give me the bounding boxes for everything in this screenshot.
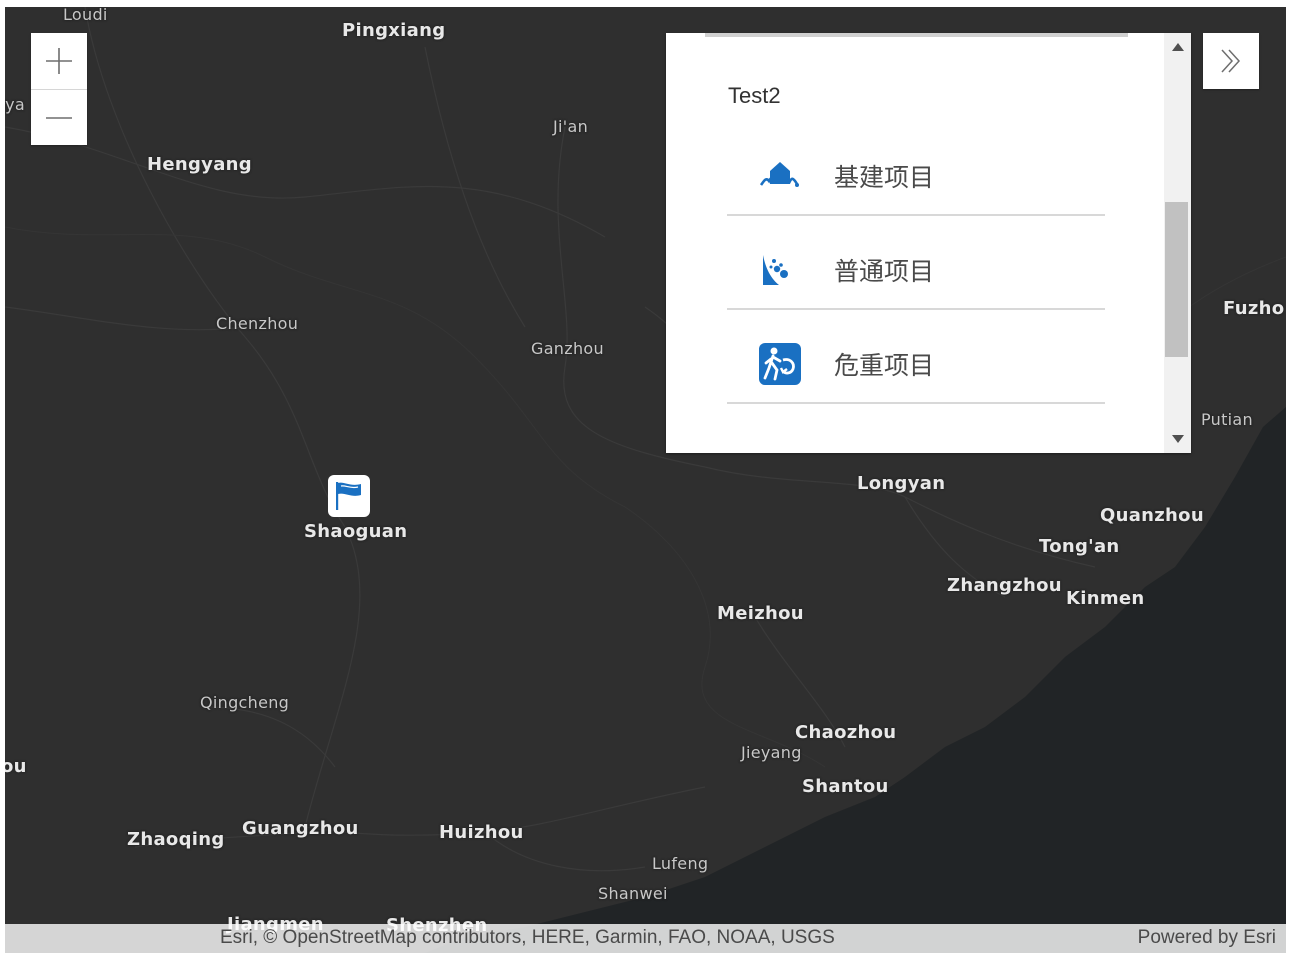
triangle-down-icon — [1171, 435, 1184, 443]
powered-by-link[interactable]: Powered by Esri — [1138, 927, 1276, 949]
legend-item-label: 普通项目 — [834, 257, 935, 286]
legend-item-label: 危重项目 — [834, 351, 935, 380]
legend-layer-title: Test2 — [728, 83, 781, 108]
place-label: Ganzhou — [531, 339, 604, 358]
legend-item[interactable]: 普通项目 — [727, 230, 1105, 310]
place-label: Kinmen — [1066, 588, 1145, 609]
panel-divider — [705, 33, 1128, 37]
attribution-text[interactable]: Esri, © OpenStreetMap contributors, HERE… — [220, 927, 835, 949]
place-label: Putian — [1201, 410, 1253, 429]
scroll-up-button[interactable] — [1164, 35, 1191, 59]
minus-icon — [46, 116, 72, 119]
place-label: Shantou — [802, 776, 889, 797]
double-chevron-right-icon — [1221, 49, 1241, 73]
place-label: Longyan — [857, 473, 946, 494]
legend-item-label: 基建项目 — [834, 163, 935, 192]
place-label: Huizhou — [439, 822, 524, 843]
place-label: Quanzhou — [1100, 505, 1204, 526]
map-attribution: Esri, © OpenStreetMap contributors, HERE… — [5, 924, 1286, 953]
place-label: Jieyang — [741, 743, 802, 762]
zoom-out-button[interactable] — [31, 89, 87, 145]
place-label: Tong'an — [1039, 536, 1120, 557]
place-label: Shaoguan — [304, 521, 408, 542]
place-label: Fuzho — [1223, 298, 1285, 319]
landslide-icon — [763, 255, 788, 285]
place-label: Meizhou — [717, 603, 804, 624]
place-label: Guangzhou — [242, 818, 359, 839]
legend-item[interactable]: 基建项目 — [727, 136, 1105, 216]
legend-toggle-button[interactable] — [1203, 33, 1259, 89]
scrollbar-thumb[interactable] — [1165, 202, 1188, 357]
legend-item[interactable]: 危重项目 — [727, 324, 1105, 404]
map-marker[interactable] — [328, 475, 370, 517]
place-label: Qingcheng — [200, 693, 290, 712]
place-label: Pingxiang — [342, 20, 446, 41]
place-label: Zhaoqing — [127, 829, 225, 850]
zoom-control — [31, 33, 87, 145]
legend-panel: Test2 基建项目 普通项目 危重项目 — [666, 33, 1191, 453]
flag-icon — [336, 482, 361, 510]
place-label: Chenzhou — [216, 314, 299, 333]
legend-scrollbar[interactable] — [1164, 33, 1191, 453]
flood-house-icon — [759, 162, 799, 187]
place-label: Zhangzhou — [947, 575, 1062, 596]
place-label: Chaozhou — [795, 722, 897, 743]
triangle-up-icon — [1171, 43, 1184, 51]
place-label: ou — [5, 756, 27, 777]
place-label: Loudi — [63, 7, 108, 24]
place-label: Hengyang — [147, 154, 252, 175]
zoom-in-button[interactable] — [31, 33, 87, 89]
place-label: oya — [5, 95, 25, 114]
scroll-down-button[interactable] — [1164, 427, 1191, 451]
place-label: Ji'an — [553, 117, 589, 136]
place-label: Lufeng — [652, 854, 709, 873]
person-running-icon — [759, 343, 801, 385]
map-view[interactable]: Loudi Pingxiang oya Ji'an Hengyang Chenz… — [5, 7, 1286, 953]
place-label: Shanwei — [598, 884, 668, 903]
plus-icon — [46, 48, 72, 74]
